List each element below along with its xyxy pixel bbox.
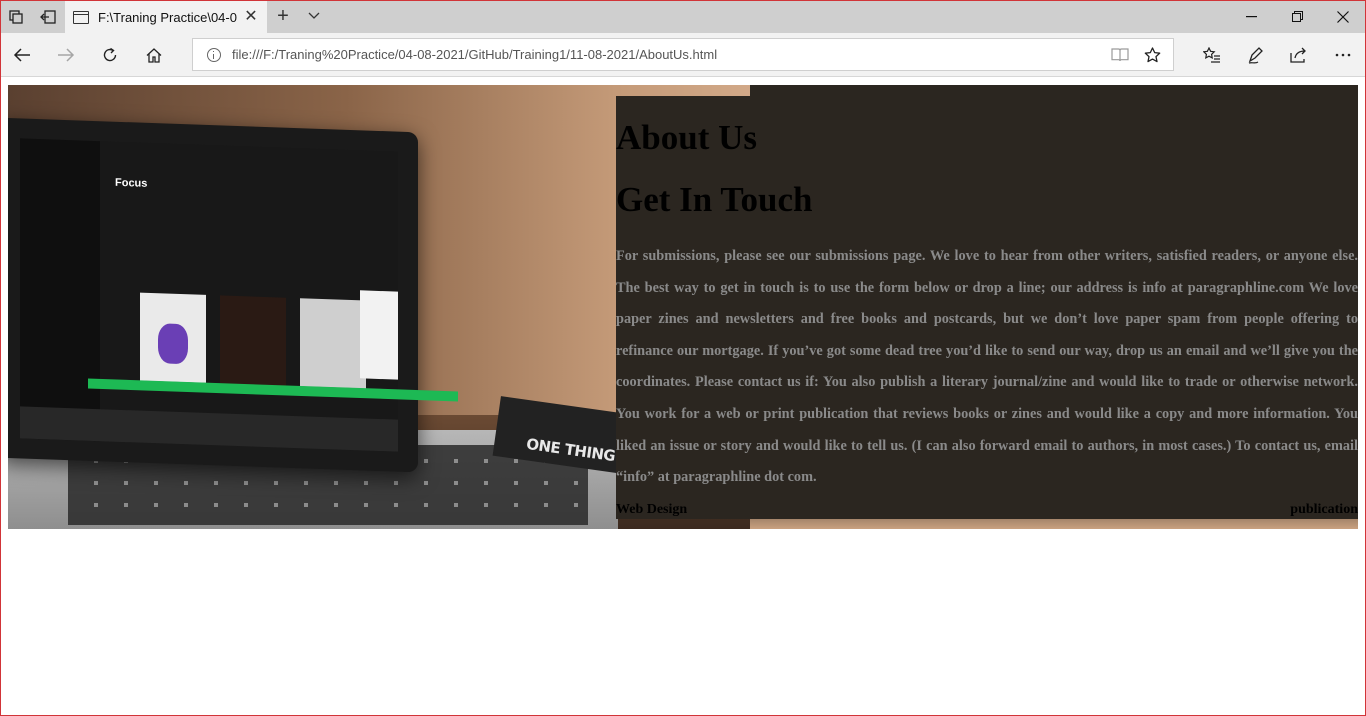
share-button[interactable]: [1281, 37, 1317, 73]
favorites-hub-button[interactable]: [1194, 37, 1230, 73]
page-icon: [73, 10, 89, 24]
tab-title: F:\Traning Practice\04-0: [98, 9, 237, 25]
share-icon: [1290, 47, 1306, 63]
restore-icon: [1291, 11, 1303, 22]
heading-about-us: About Us: [616, 118, 758, 157]
app-sidebar: [20, 138, 100, 442]
back-arrow-icon: [13, 48, 30, 62]
home-icon: [146, 47, 162, 63]
laptop-screen: Focus: [20, 138, 398, 452]
album-card: [140, 292, 206, 383]
close-tab-icon[interactable]: ✕: [243, 8, 259, 25]
reading-view-button[interactable]: [1111, 46, 1129, 64]
address-url[interactable]: file:///F:/Traning%20Practice/04-08-2021…: [232, 47, 717, 62]
laptop-lid: Focus: [8, 117, 418, 473]
restore-button[interactable]: [1274, 0, 1320, 33]
favorite-star-button[interactable]: [1143, 46, 1161, 64]
footer-web-design: Web Design: [616, 502, 688, 517]
address-bar[interactable]: file:///F:/Traning%20Practice/04-08-2021…: [192, 38, 1174, 71]
about-panel: About Us Get In Touch For submissions, p…: [616, 96, 1358, 519]
set-aside-icon: [40, 9, 56, 24]
new-tab-button[interactable]: +: [271, 2, 295, 30]
album-card: [360, 290, 398, 380]
album-card: [300, 298, 366, 389]
reading-view-icon: [1111, 48, 1129, 62]
favorites-list-icon: [1203, 47, 1220, 63]
web-note-button[interactable]: [1238, 37, 1274, 73]
app-playlist-title: Focus: [115, 176, 148, 190]
minimize-icon: [1245, 15, 1257, 17]
close-icon: [1337, 10, 1349, 23]
chevron-down-icon: [308, 12, 320, 19]
tab-preview-toggle[interactable]: [303, 2, 325, 30]
tab-aboutus[interactable]: F:\Traning Practice\04-0 ✕: [65, 1, 267, 33]
navigation-bar: file:///F:/Traning%20Practice/04-08-2021…: [0, 33, 1366, 77]
home-button[interactable]: [136, 37, 172, 73]
tab-actions-button[interactable]: [0, 0, 32, 33]
more-button[interactable]: [1325, 37, 1361, 73]
heading-get-in-touch: Get In Touch: [616, 180, 813, 219]
back-button[interactable]: [4, 37, 40, 73]
refresh-button[interactable]: [92, 37, 128, 73]
tab-actions-icon: [9, 9, 23, 24]
album-card: [220, 295, 286, 386]
contact-paragraph: For submissions, please see our submissi…: [616, 248, 1358, 486]
site-info-icon[interactable]: [207, 47, 221, 62]
minimize-button[interactable]: [1228, 0, 1274, 33]
pen-icon: [1248, 47, 1263, 64]
forward-arrow-icon: [58, 48, 75, 62]
star-icon: [1144, 47, 1160, 63]
tab-strip: F:\Traning Practice\04-0 ✕ +: [0, 0, 1366, 33]
footer-publication: publication: [1290, 502, 1358, 517]
set-tabs-aside-button[interactable]: [32, 0, 64, 33]
close-window-button[interactable]: [1320, 0, 1366, 33]
refresh-icon: [103, 47, 117, 62]
player-bar: [20, 406, 398, 452]
more-dots-icon: [1335, 53, 1351, 57]
forward-button[interactable]: [48, 37, 84, 73]
